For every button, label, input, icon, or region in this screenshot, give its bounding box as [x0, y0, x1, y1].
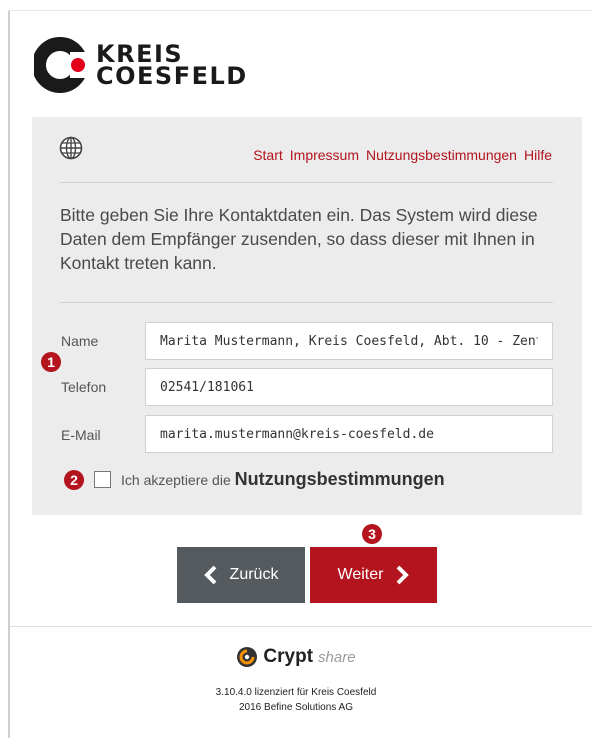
- accept-terms-checkbox[interactable]: [94, 471, 111, 488]
- cryptshare-suffix: share: [318, 648, 356, 666]
- phone-label: Telefon: [61, 379, 107, 395]
- logo-mark-icon: [32, 37, 96, 93]
- nav-start-link[interactable]: Start: [253, 147, 283, 163]
- chevron-right-icon: [397, 565, 410, 585]
- cryptshare-logo-icon: [237, 647, 258, 667]
- globe-icon[interactable]: [59, 136, 83, 160]
- terms-link[interactable]: Nutzungsbestimmungen: [235, 469, 445, 489]
- nav-impressum-link[interactable]: Impressum: [290, 147, 359, 163]
- window-border-left: [8, 10, 10, 738]
- nav-nutzungsbestimmungen-link[interactable]: Nutzungsbestimmungen: [366, 147, 517, 163]
- top-navigation: Start Impressum Nutzungsbestimmungen Hil…: [253, 147, 552, 163]
- contact-panel: Start Impressum Nutzungsbestimmungen Hil…: [32, 117, 582, 515]
- step-badge-2: 2: [64, 470, 84, 490]
- cryptshare-brand: Crypt: [263, 646, 314, 667]
- cryptshare-logo: Crypt share: [0, 646, 592, 673]
- back-button[interactable]: Zurück: [177, 547, 305, 603]
- accept-terms-label[interactable]: Ich akzeptiere die Nutzungsbestimmungen: [121, 469, 445, 490]
- back-button-label: Zurück: [229, 566, 279, 583]
- name-field[interactable]: [145, 322, 553, 360]
- email-label: E-Mail: [61, 427, 101, 443]
- step-badge-1: 1: [41, 352, 61, 372]
- window-border-top: [8, 10, 592, 11]
- next-button-label: Weiter: [337, 566, 384, 583]
- divider-form: [60, 302, 553, 303]
- kreis-coesfeld-logo: KREIS COESFELD: [32, 35, 254, 97]
- next-button[interactable]: Weiter: [310, 547, 437, 603]
- footer-divider: [10, 626, 592, 627]
- name-label: Name: [61, 333, 99, 349]
- chevron-left-icon: [203, 565, 216, 585]
- intro-text: Bitte geben Sie Ihre Kontaktdaten ein. D…: [60, 205, 538, 273]
- license-text: 3.10.4.0 lizenziert für Kreis Coesfeld: [215, 687, 377, 698]
- logo-line-2: COESFELD: [96, 62, 248, 90]
- phone-field[interactable]: [145, 368, 553, 406]
- nav-hilfe-link[interactable]: Hilfe: [524, 147, 552, 163]
- divider-top: [60, 182, 553, 183]
- step-badge-3: 3: [362, 524, 382, 544]
- email-field[interactable]: [145, 415, 553, 453]
- accept-terms-prefix: Ich akzeptiere die: [121, 472, 231, 488]
- copyright-text: 2016 Befine Solutions AG: [239, 702, 353, 713]
- logo-text: KREIS COESFELD: [96, 42, 248, 90]
